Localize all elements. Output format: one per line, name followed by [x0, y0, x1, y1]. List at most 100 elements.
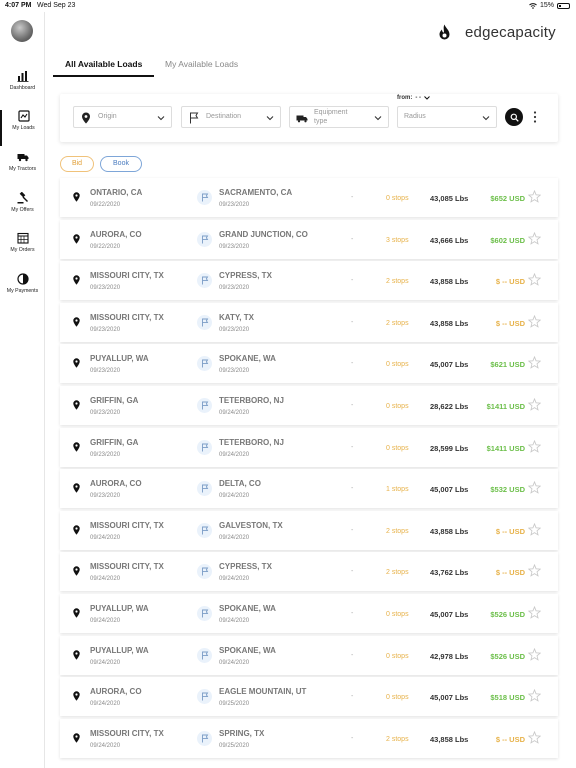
calendar-icon [16, 232, 29, 244]
load-destination-date: 09/24/2020 [219, 451, 250, 458]
search-button[interactable] [505, 108, 523, 126]
favorite-star-icon[interactable] [528, 273, 541, 286]
origin-label: Origin [98, 113, 117, 120]
status-bar: 4:07 PM Wed Sep 23 15% [0, 0, 576, 12]
sidebar-item-label: My Tractors [8, 166, 37, 172]
search-icon [510, 113, 519, 122]
sidebar-item-my-orders[interactable]: My Orders [0, 232, 45, 268]
battery-icon [557, 2, 570, 9]
load-row[interactable]: MISSOURI CITY, TX 09/23/2020 CYPRESS, TX 09… [60, 261, 558, 301]
load-origin-date: 09/24/2020 [90, 659, 121, 666]
load-destination-date: 09/23/2020 [219, 243, 250, 250]
status-time: 4:07 PM [5, 2, 32, 9]
favorite-star-icon[interactable] [528, 647, 541, 661]
flag-icon [201, 359, 208, 368]
favorite-star-icon[interactable] [528, 605, 541, 619]
load-price: $1411 USD [486, 401, 525, 411]
location-pin-icon [73, 317, 80, 327]
load-row[interactable]: GRIFFIN, GA 09/23/2020 TETERBORO, NJ 09/24/… [60, 427, 558, 467]
load-row[interactable]: AURORA, CO 09/22/2020 GRAND JUNCTION, CO 09… [60, 219, 558, 259]
favorite-star-icon[interactable] [528, 564, 541, 578]
favorite-star-icon[interactable] [528, 522, 541, 536]
load-origin-date: 09/24/2020 [90, 742, 121, 749]
location-pin-icon [82, 112, 90, 124]
load-stops: 2 stops [386, 527, 409, 535]
destination-select[interactable]: Destination [181, 106, 281, 128]
load-origin: MISSOURI CITY, TX [90, 520, 164, 530]
load-row[interactable]: GRIFFIN, GA 09/23/2020 TETERBORO, NJ 09/24/… [60, 385, 558, 425]
load-destination: KATY, TX [219, 312, 254, 322]
load-row[interactable]: MISSOURI CITY, TX 09/23/2020 KATY, TX 09/23… [60, 302, 558, 342]
favorite-star-icon[interactable] [528, 481, 541, 494]
load-origin: ONTARIO, CA [90, 188, 143, 197]
avatar[interactable] [11, 20, 33, 42]
load-equipment: - [351, 401, 354, 409]
bid-filter-chip[interactable]: Bid [60, 156, 94, 172]
load-weight: 45,007 Lbs [430, 693, 469, 703]
favorite-star-icon[interactable] [528, 439, 541, 453]
load-row[interactable]: MISSOURI CITY, TX 09/24/2020 CYPRESS, TX 09… [60, 552, 558, 592]
load-destination: DELTA, CO [219, 479, 261, 489]
load-row[interactable]: AURORA, CO 09/23/2020 DELTA, CO 09/24/2020 -… [60, 469, 558, 509]
favorite-star-icon[interactable] [528, 231, 541, 245]
radius-select[interactable]: Radius [397, 106, 497, 128]
load-stops: 0 stops [386, 361, 409, 369]
chevron-down-icon [266, 116, 274, 121]
load-row[interactable]: PUYALLUP, WA 09/24/2020 SPOKANE, WA 09/24/2… [60, 593, 558, 633]
destination-flag-badge [197, 397, 212, 413]
favorite-star-icon[interactable] [528, 190, 541, 203]
chevron-down-icon [157, 116, 165, 121]
flag-icon [201, 526, 208, 535]
load-weight: 43,858 Lbs [430, 734, 469, 744]
load-row[interactable]: AURORA, CO 09/24/2020 EAGLE MOUNTAIN, UT 09… [60, 677, 558, 717]
chevron-down-icon [482, 116, 490, 121]
more-options-icon[interactable] [532, 110, 538, 124]
flag-icon [201, 484, 208, 493]
load-row[interactable]: PUYALLUP, WA 09/24/2020 SPOKANE, WA 09/24/2… [60, 635, 558, 675]
truck-icon [17, 154, 28, 162]
load-origin-date: 09/24/2020 [90, 576, 121, 583]
load-origin-date: 09/23/2020 [90, 451, 121, 458]
sidebar-item-my-offers[interactable]: My Offers [0, 192, 45, 228]
load-row[interactable]: MISSOURI CITY, TX 09/24/2020 GALVESTON, TX… [60, 510, 558, 550]
origin-select[interactable]: Origin [73, 106, 172, 128]
load-origin-date: 09/22/2020 [90, 202, 121, 208]
favorite-star-icon[interactable] [528, 314, 541, 328]
flag-icon [201, 443, 208, 452]
load-origin: GRIFFIN, GA [90, 437, 139, 447]
favorite-star-icon[interactable] [528, 356, 541, 370]
sidebar: Dashboard My Loads My Tractors My Offers… [0, 12, 45, 768]
filter-bar: from: - - Origin Destination Equipment t… [60, 94, 558, 142]
tab-all-available-loads[interactable]: All Available Loads [53, 57, 155, 77]
load-row[interactable]: MISSOURI CITY, TX 09/24/2020 SPRING, TX 09/… [60, 718, 558, 758]
favorite-star-icon[interactable] [528, 689, 541, 702]
equipment-type-select[interactable]: Equipment type [289, 106, 389, 128]
tab-my-available-loads[interactable]: My Available Loads [165, 57, 238, 77]
load-origin: AURORA, CO [90, 229, 142, 239]
load-equipment: - [351, 485, 354, 493]
load-weight: 42,978 Lbs [430, 651, 469, 661]
load-row[interactable]: ONTARIO, CA 09/22/2020 SACRAMENTO, CA 09/23… [60, 178, 558, 217]
load-destination: TETERBORO, NJ [219, 395, 284, 405]
destination-flag-badge [197, 231, 212, 247]
loads-icon [17, 110, 30, 122]
load-destination: SPOKANE, WA [219, 645, 276, 655]
sidebar-item-my-loads[interactable]: My Loads [0, 110, 45, 146]
destination-flag-badge [197, 273, 212, 289]
from-filter[interactable]: from: - - [397, 95, 430, 101]
load-price: $532 USD [490, 485, 525, 495]
location-pin-icon [73, 233, 80, 244]
load-stops: 2 stops [386, 319, 409, 327]
sidebar-item-my-tractors[interactable]: My Tractors [0, 151, 45, 187]
favorite-star-icon[interactable] [528, 397, 541, 411]
sidebar-item-label: My Payments [6, 288, 39, 294]
load-destination: EAGLE MOUNTAIN, UT [219, 687, 307, 697]
flag-icon [201, 609, 208, 618]
flag-icon [201, 318, 208, 327]
sidebar-item-my-payments[interactable]: My Payments [0, 273, 45, 309]
load-origin-date: 09/24/2020 [90, 617, 121, 624]
load-row[interactable]: PUYALLUP, WA 09/23/2020 SPOKANE, WA 09/23/2… [60, 344, 558, 384]
book-filter-chip[interactable]: Book [100, 156, 142, 172]
favorite-star-icon[interactable] [528, 730, 541, 744]
sidebar-item-dashboard[interactable]: Dashboard [0, 70, 45, 106]
